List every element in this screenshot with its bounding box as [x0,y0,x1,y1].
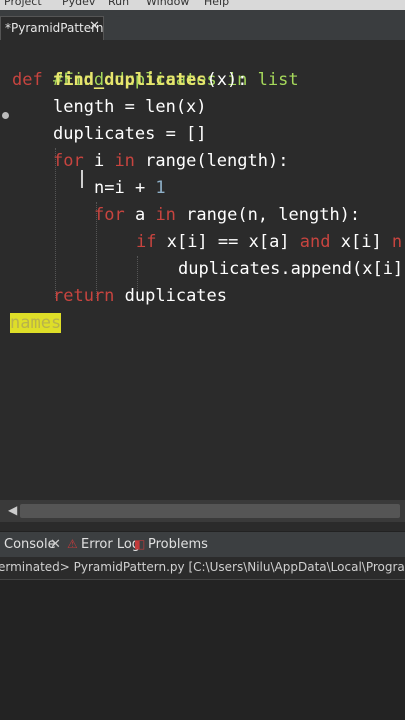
scroll-left-icon[interactable]: ◀ [8,503,17,517]
tab-error-log[interactable]: Error Log [81,537,140,552]
selected-text: names [10,313,62,333]
code-text: n=i + [94,178,156,198]
scrollbar-thumb[interactable] [20,504,400,518]
code-line-8: if x[i] == x[a] and x[i] n [136,229,402,256]
keyword-return: return [53,286,115,306]
fold-marker-icon[interactable] [2,112,9,119]
code-line-4: duplicates = [] [53,124,207,144]
error-log-icon: ⚠ [67,537,78,551]
editor-tab-bar: *PyramidPattern ✕ [0,10,405,41]
keyword-not: n [391,232,403,252]
horizontal-scrollbar[interactable]: ◀ [0,500,405,522]
keyword-for: for [53,151,84,171]
code-text: (x): [206,70,248,90]
code-text: duplicates [114,286,228,306]
menu-run[interactable]: Run [108,0,129,8]
console-tab-bar: Console ✕ ⚠ Error Log ◧ Problems [0,531,405,558]
code-editor[interactable]: #Find duplicates in list def find_duplic… [0,40,405,500]
menu-pydev[interactable]: Pydev [62,0,95,8]
console-output[interactable] [0,580,405,720]
code-line-11: names [10,310,62,337]
terminated-status: erminated> PyramidPattern.py [C:\Users\N… [0,560,405,574]
menu-help[interactable]: Help [204,0,229,8]
close-icon[interactable]: ✕ [50,537,61,552]
code-line-10: return duplicates [53,283,227,310]
keyword-def: def [12,70,43,90]
problems-icon: ◧ [134,537,146,551]
code-line-3: length = len(x) [53,97,207,117]
tab-pyramidpattern[interactable]: *PyramidPattern ✕ [0,16,104,40]
console-status-line: erminated> PyramidPattern.py [C:\Users\N… [0,557,405,580]
mouse-ibeam-cursor [81,170,83,188]
code-line-2: def find_duplicates(x): [12,67,247,94]
code-line-5: for i in range(length): [53,148,288,175]
code-text: range(length): [134,151,289,171]
code-text: range(n, length): [175,205,361,225]
code-text: i [83,151,115,171]
keyword-for: for [94,205,125,225]
tab-console[interactable]: Console [4,537,56,552]
code-line-7: for a in range(n, length): [94,202,360,229]
number-literal: 1 [155,178,166,198]
close-icon[interactable]: ✕ [89,19,100,34]
menu-bar: Project Pydev Run Window Help [0,0,405,10]
code-text: x[i] == x[a] [156,232,300,252]
keyword-and: and [299,232,331,252]
keyword-in: in [114,151,135,171]
menu-project[interactable]: Project [4,0,42,8]
tab-problems[interactable]: Problems [148,537,208,552]
keyword-in: in [155,205,176,225]
keyword-if: if [136,232,157,252]
menu-window[interactable]: Window [146,0,189,8]
code-text: x[i] [330,232,392,252]
code-line-6: n=i + 1 [94,175,166,202]
code-text: a [124,205,156,225]
function-name: find_duplicates [52,70,207,90]
code-line-9: duplicates.append(x[i] [178,259,404,279]
